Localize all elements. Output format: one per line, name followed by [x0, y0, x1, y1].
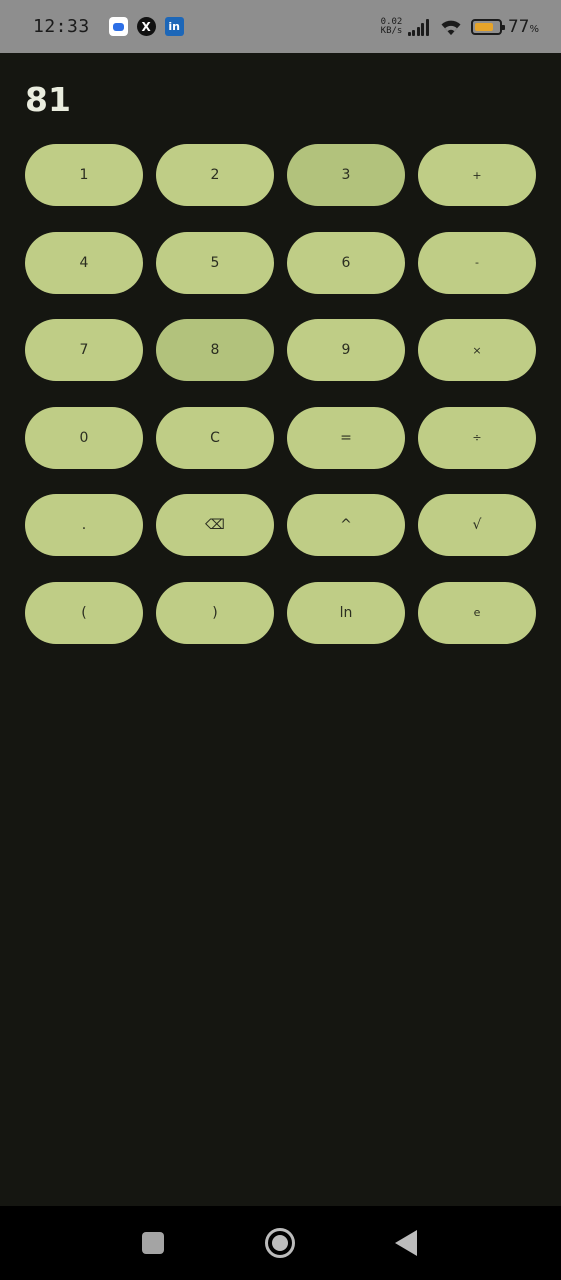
status-bar: 12:33 X in 0.02 KB/s 77% [0, 0, 561, 53]
linkedin-icon: in [164, 17, 184, 36]
key-2[interactable]: 2 [156, 144, 274, 206]
key-close-paren[interactable]: ) [156, 581, 274, 644]
key-4[interactable]: 4 [25, 231, 143, 294]
network-speed-unit: KB/s [380, 25, 403, 36]
calculator-display: 81 [25, 80, 71, 119]
key-backspace[interactable]: ⌫ [156, 494, 274, 556]
keypad: 1 2 3 + 4 5 6 - 7 8 9 × 0 C = ÷ . ⌫ ^ √ … [25, 144, 536, 644]
key-plus[interactable]: + [418, 144, 536, 206]
battery-icon [470, 18, 505, 35]
key-sqrt[interactable]: √ [418, 494, 536, 556]
key-open-paren[interactable]: ( [25, 581, 143, 644]
key-7[interactable]: 7 [25, 319, 143, 381]
status-right-group: 0.02 KB/s 77% [381, 17, 539, 37]
key-3[interactable]: 3 [287, 144, 405, 206]
key-6[interactable]: 6 [287, 231, 405, 294]
key-multiply[interactable]: × [418, 319, 536, 381]
status-time: 12:33 [33, 16, 90, 37]
key-power[interactable]: ^ [287, 494, 405, 556]
key-decimal[interactable]: . [25, 494, 143, 556]
key-equals[interactable]: = [287, 406, 405, 469]
key-8[interactable]: 8 [156, 319, 274, 381]
key-minus[interactable]: - [418, 231, 536, 294]
key-e[interactable]: e [418, 581, 536, 644]
chat-icon [108, 17, 128, 36]
key-0[interactable]: 0 [25, 406, 143, 469]
network-speed: 0.02 KB/s [380, 17, 403, 36]
key-1[interactable]: 1 [25, 144, 143, 206]
signal-icon [406, 18, 429, 36]
home-button[interactable] [265, 1228, 295, 1258]
battery-fill [474, 22, 493, 31]
key-5[interactable]: 5 [156, 231, 274, 294]
key-clear[interactable]: C [156, 406, 274, 469]
key-divide[interactable]: ÷ [418, 406, 536, 469]
navigation-bar [0, 1206, 561, 1280]
wifi-icon [441, 20, 461, 35]
x-icon: X [136, 17, 156, 36]
key-ln[interactable]: ln [287, 581, 405, 644]
key-9[interactable]: 9 [287, 319, 405, 381]
back-button[interactable] [395, 1230, 417, 1256]
recents-button[interactable] [142, 1232, 164, 1254]
battery-percent: 77% [507, 16, 539, 37]
